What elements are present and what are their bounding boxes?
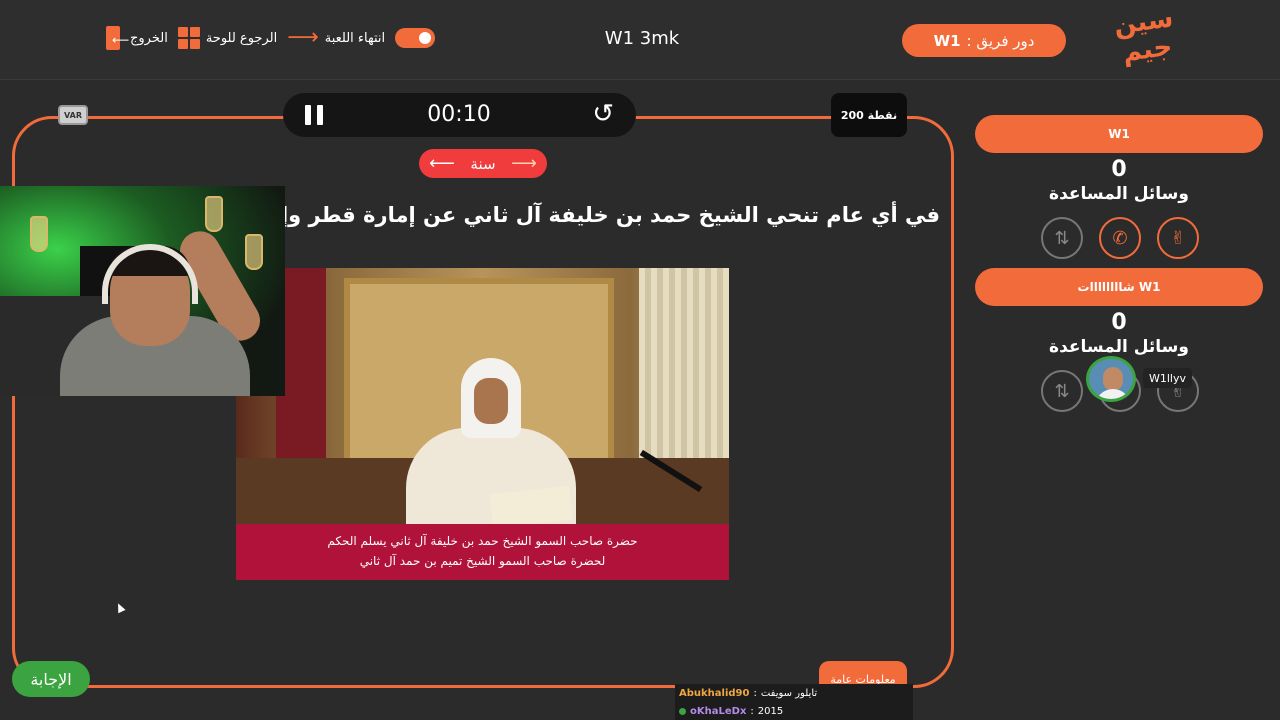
chat-text: تايلور سويفت [760,687,818,699]
arrow-right-icon: ⟶ [287,25,319,50]
chat-message: Abukhalid90 : تايلور سويفت [679,687,818,699]
end-game-toggle[interactable] [395,28,436,48]
top-actions: ⟵ الخروج الرجوع للوحة ⟶ انتهاء اللعبة [104,26,436,50]
chat-message: oKhaLeDx : 2015 [675,702,913,720]
end-game-button[interactable]: ⟶ انتهاء اللعبة [287,27,385,49]
back-to-board-button[interactable]: الرجوع للوحة [177,27,278,49]
swap-icon[interactable]: ⇅ [1041,217,1083,259]
chat-user: Abukhalid90 [679,687,750,699]
hand-peace-icon[interactable]: ✌ [1157,217,1199,259]
team-score: 0 [1111,310,1127,335]
var-badge[interactable]: VAR [58,105,88,125]
grid-icon [177,27,200,49]
back-label: الرجوع للوحة [205,30,278,46]
timer-bar: 00:10 ↺ [283,93,636,137]
caption-line2: لحضرة صاحب السمو الشيخ تميم بن حمد آل ثا… [359,554,606,568]
team-name: W1 [975,115,1263,153]
timer-value: 00:10 [427,102,491,127]
user-tag: W1llyv [1143,368,1193,388]
chat-user: oKhaLeDx [690,705,747,717]
caption-line1: حضرة صاحب السمو الشيخ حمد بن خليفة آل ثا… [327,534,638,548]
chat-text: 2015 [757,705,784,717]
logo: سين جيم [1106,3,1186,76]
pause-icon[interactable] [305,105,323,125]
user-avatar [1086,356,1136,402]
question-image: حضرة صاحب السمو الشيخ حمد بن خليفة آل ثا… [236,268,729,580]
end-game-label: انتهاء اللعبة [324,30,386,46]
aids-label: وسائل المساعدة [1049,337,1189,357]
team-score: 0 [1111,157,1127,182]
webcam-overlay [0,186,285,396]
points-badge: 200 نقطة [831,93,907,137]
badge-icon [679,707,686,715]
team-1-aids: ⇅ ✆ ✌ [1041,217,1199,259]
team-card-1: W1 0 وسائل المساعدة [975,115,1263,204]
swap-icon[interactable]: ⇅ [1041,370,1083,412]
top-bar: ⟵ الخروج الرجوع للوحة ⟶ انتهاء اللعبة W1… [0,0,1280,80]
exit-door-icon: ⟵ [104,26,129,50]
exit-label: الخروج [130,30,168,46]
turn-prefix: دور فريق : [966,31,1035,50]
turn-team: W1 [933,31,961,50]
turn-indicator: دور فريق : W1 [902,24,1066,57]
image-caption: حضرة صاحب السمو الشيخ حمد بن خليفة آل ثا… [236,524,729,580]
team-name: W1 شاااااااات [975,268,1263,306]
aids-label: وسائل المساعدة [1049,184,1189,204]
answer-button[interactable]: الإجابة [12,661,90,697]
exit-button[interactable]: ⟵ الخروج [104,26,168,50]
chat-overlay: Abukhalid90 : تايلور سويفت oKhaLeDx : 20… [675,684,913,720]
phone-icon[interactable]: ✆ [1099,217,1141,259]
category-label: سنة [470,154,496,173]
team-card-2: W1 شاااااااات 0 وسائل المساعدة [975,268,1263,357]
arrow-right-icon[interactable]: ⟶ [511,153,537,174]
category-pill: ⟵ سنة ⟶ [419,149,547,178]
game-title: W1 3mk [604,28,680,49]
question-text: في أي عام تنحي الشيخ حمد بن خليفة آل ثان… [280,203,940,227]
reset-timer-icon[interactable]: ↺ [592,99,614,129]
arrow-left-icon[interactable]: ⟵ [429,153,455,174]
